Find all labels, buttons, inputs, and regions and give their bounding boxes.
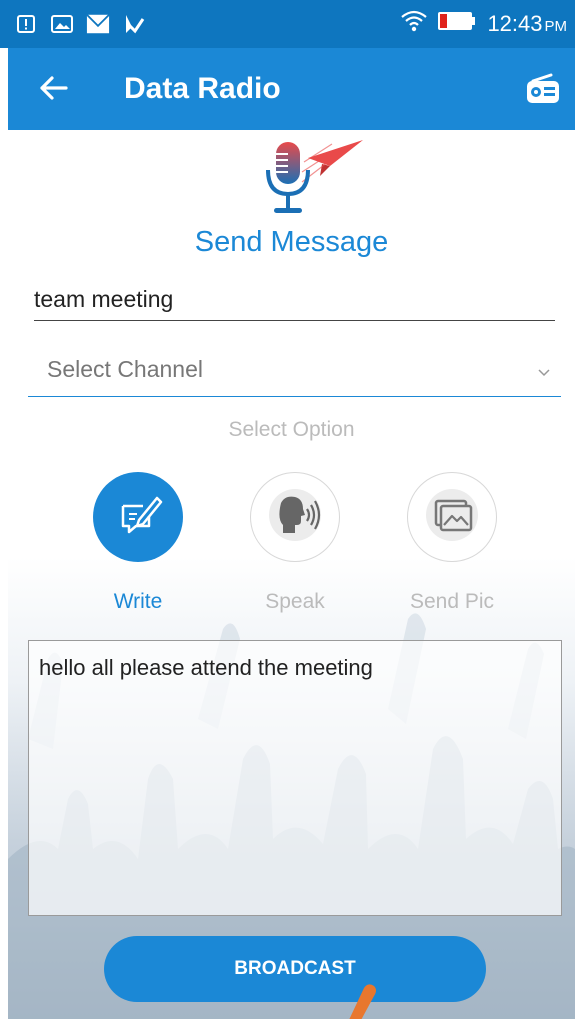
picture-icon <box>424 487 480 548</box>
notification-icons <box>14 12 146 36</box>
clock: 12:43 PM <box>487 11 567 37</box>
chevron-down-icon <box>537 364 551 382</box>
broadcast-button[interactable]: BROADCAST <box>104 936 486 1002</box>
send-pic-option-label[interactable]: Send Pic <box>382 590 522 614</box>
message-textarea[interactable]: hello all please attend the meeting <box>28 640 562 916</box>
speak-option-label[interactable]: Speak <box>225 590 365 614</box>
status-bar: 12:43 PM <box>0 0 575 48</box>
clock-time: 12:43 <box>487 10 543 36</box>
send-pic-option-button[interactable] <box>407 472 497 562</box>
pointer-arrow-icon <box>334 982 384 1019</box>
write-option-button[interactable] <box>93 472 183 562</box>
channel-select[interactable]: Select Channel <box>28 350 561 397</box>
channel-select-label: Select Channel <box>47 356 203 382</box>
speak-icon <box>267 487 323 548</box>
microphone-logo-icon <box>258 138 368 218</box>
send-message-title: Send Message <box>194 226 389 258</box>
subject-input[interactable]: team meeting <box>34 286 555 321</box>
page-title: Data Radio <box>124 72 281 105</box>
app-bar: Data Radio <box>8 48 575 130</box>
main-content: Send Message team meeting Select Channel… <box>8 130 575 1019</box>
mail-icon <box>86 12 110 36</box>
write-icon <box>113 490 163 545</box>
image-icon <box>50 12 74 36</box>
write-option-label[interactable]: Write <box>68 590 208 614</box>
arrow-left-icon[interactable] <box>36 70 72 106</box>
battery-icon <box>437 10 477 37</box>
select-option-label: Select Option <box>228 418 355 441</box>
speak-option-button[interactable] <box>250 472 340 562</box>
alert-icon <box>14 12 38 36</box>
app-check-icon <box>122 12 146 36</box>
wifi-icon <box>401 10 428 37</box>
radio-icon[interactable] <box>525 72 561 108</box>
clock-ampm: PM <box>544 17 568 35</box>
